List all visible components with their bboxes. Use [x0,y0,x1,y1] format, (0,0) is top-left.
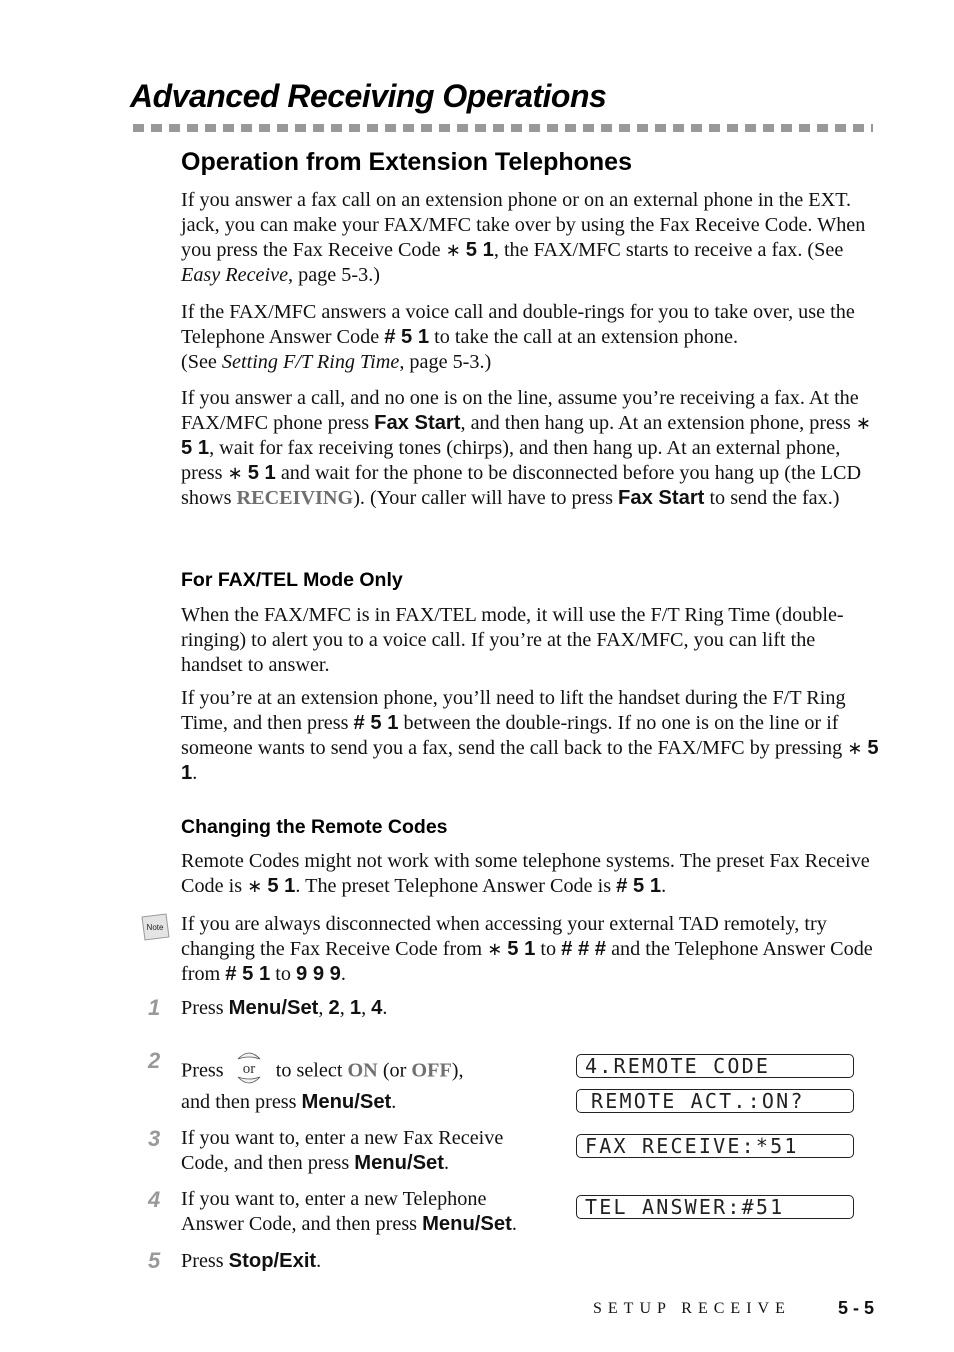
key-code: 5 1 [507,938,536,960]
dashed-divider [133,124,873,132]
star-key-icon: ∗ [445,240,461,261]
menu-set-key: Menu/Set [228,997,319,1019]
star-key-icon: ∗ [847,738,863,759]
up-down-navigation-keys-icon: or [235,1046,263,1090]
key-code: 5 1 [181,437,210,459]
key-code: 5 1 [267,875,296,897]
menu-set-key: Menu/Set [354,1152,444,1174]
key-code: # 5 1 [353,712,399,734]
key-code: 9 9 9 [296,963,341,985]
section-title: Operation from Extension Telephones [181,148,632,176]
lcd-display-remote-code: 4.REMOTE CODE [576,1054,854,1078]
lcd-word: RECEIVING [236,487,354,509]
step-number: 4 [148,1187,161,1212]
cross-reference: Easy Receive [181,264,289,286]
key-1: 1 [349,997,362,1019]
key-code: # # # [561,938,607,960]
step-number: 1 [148,995,161,1020]
cross-reference: Setting F/T Ring Time [221,351,400,373]
on-option: ON [347,1059,378,1082]
step-number: 2 [148,1048,161,1073]
paragraph-remote-codes: Remote Codes might not work with some te… [181,850,870,897]
key-code: 5 1 [465,239,494,261]
star-key-icon: ∗ [227,463,243,484]
lcd-display-tel-answer: TEL ANSWER:#51 [576,1195,854,1219]
step-3-text: If you want to, enter a new Fax Receive … [181,1127,504,1174]
key-code: # 5 1 [384,326,430,348]
subsection-title-remote-codes: Changing the Remote Codes [181,816,448,838]
paragraph-fax-receive-code: If you answer a fax call on an extension… [181,189,866,286]
step-number: 3 [148,1126,161,1151]
fax-start-key: Fax Start [374,412,461,434]
footer-section-label: SETUP RECEIVE [593,1300,791,1317]
step-5-text: Press Stop/Exit. [181,1250,322,1272]
menu-set-key: Menu/Set [301,1091,392,1113]
star-key-icon: ∗ [487,939,503,960]
key-code: # 5 1 [616,875,662,897]
note-text: If you are always disconnected when acce… [181,913,873,985]
step-2-text: Press or to select ON (or OFF), [181,1050,464,1094]
key-code: 5 1 [247,462,276,484]
paragraph-extension-phone: If you’re at an extension phone, you’ll … [181,687,879,784]
key-4: 4 [371,997,383,1019]
paragraph-no-one-on-line: If you answer a call, and no one is on t… [181,387,871,509]
chapter-title: Advanced Receiving Operations [130,78,607,114]
note-icon-label: Note [147,923,164,932]
key-2: 2 [328,997,340,1019]
step-2-continued: and then press Menu/Set. [181,1091,397,1113]
step-4-text: If you want to, enter a new Telephone An… [181,1188,517,1235]
stop-exit-key: Stop/Exit [228,1250,317,1272]
or-label: or [242,1061,255,1077]
step-number: 5 [148,1248,161,1273]
note-icon: Note [141,913,170,941]
star-key-icon: ∗ [855,413,871,434]
lcd-display-remote-act: REMOTE ACT.:ON? [576,1089,854,1113]
lcd-display-fax-receive: FAX RECEIVE:*51 [576,1134,854,1158]
menu-set-key: Menu/Set [422,1213,512,1235]
paragraph-fax-tel-mode: When the FAX/MFC is in FAX/TEL mode, it … [181,604,844,676]
paragraph-telephone-answer-code: If the FAX/MFC answers a voice call and … [181,301,855,373]
step-1-text: Press Menu/Set, 2, 1, 4. [181,997,388,1019]
star-key-icon: ∗ [247,876,263,897]
page-number: 5 - 5 [838,1298,875,1318]
off-option: OFF [411,1059,452,1082]
key-code: # 5 1 [225,963,271,985]
subsection-title-fax-tel: For FAX/TEL Mode Only [181,569,403,591]
fax-start-key: Fax Start [618,487,705,509]
